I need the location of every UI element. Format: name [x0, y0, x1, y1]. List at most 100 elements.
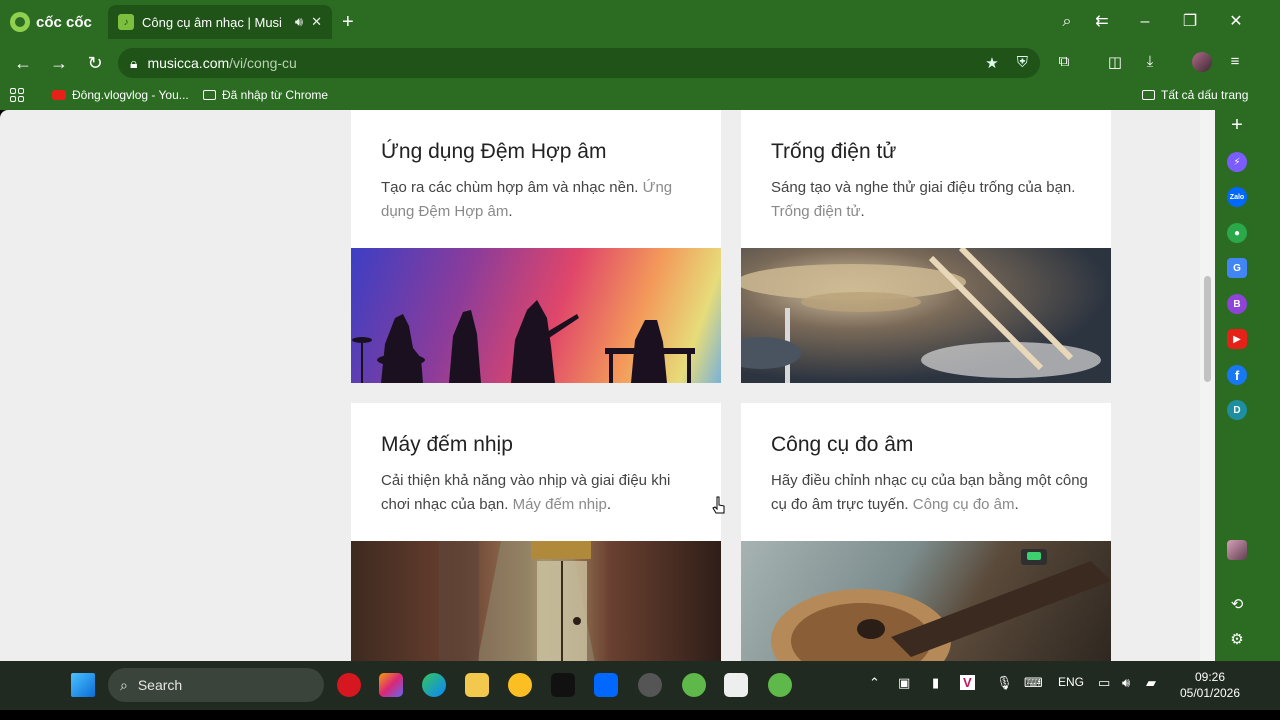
close-tab-icon[interactable]: ✕ — [311, 14, 322, 30]
card-link[interactable]: Công cụ đo âm — [913, 496, 1015, 513]
bookmark-label: Đông.vlogvlog - You... — [72, 88, 189, 102]
band-silhouette-graphic — [352, 300, 695, 383]
profile-avatar[interactable] — [1192, 52, 1212, 72]
back-button[interactable]: ← — [10, 50, 36, 76]
screen-bottom-edge — [0, 710, 1280, 720]
guitar-tuner-image[interactable] — [741, 541, 1111, 661]
bookmark-star-icon[interactable]: ★ — [985, 54, 998, 72]
tray-shield-icon[interactable]: ▮ — [932, 675, 939, 691]
address-bar[interactable]: 🔒︎ musicca.com/vi/cong-cu ★ ⛨ — [118, 48, 1040, 78]
menu-icon[interactable]: ≡ — [1224, 53, 1246, 70]
tool-card-tuner[interactable]: Công cụ đo âm Hãy điều chỉnh nhạc cụ của… — [741, 403, 1111, 661]
music-note-icon: ♪ — [118, 14, 134, 30]
d-icon[interactable]: D — [1227, 400, 1247, 420]
apps-icon[interactable] — [10, 88, 24, 102]
search-tabs-icon[interactable]: ⌕ — [1055, 10, 1079, 34]
volume-icon[interactable]: 🔊︎ — [1122, 675, 1130, 691]
folder-icon — [1142, 90, 1155, 100]
all-bookmarks-folder[interactable]: Tất cả dấu trang — [1142, 88, 1248, 102]
tab-title: Công cụ âm nhạc | Musi — [142, 14, 282, 30]
tool-card-chord-app[interactable]: Ứng dụng Đệm Hợp âm Tạo ra các chùm hợp … — [351, 110, 721, 383]
extensions-icon[interactable]: ⧉ — [1053, 53, 1075, 70]
bookmark-imported-folder[interactable]: Đã nhập từ Chrome — [203, 88, 328, 102]
browser-logo[interactable]: cốc cốc — [10, 10, 92, 34]
new-tab-button[interactable]: + — [342, 10, 354, 34]
speaker-icon[interactable]: 🔊︎ — [295, 14, 303, 30]
restore-button[interactable]: ❐ — [1178, 10, 1202, 34]
tool-card-metronome[interactable]: Máy đếm nhịp Cải thiện khả năng vào nhịp… — [351, 403, 721, 661]
vivaldi-icon[interactable]: V — [960, 675, 975, 690]
all-bookmarks-label: Tất cả dấu trang — [1161, 88, 1249, 102]
system-clock[interactable]: 09:26 05/01/2026 — [1172, 669, 1248, 701]
youtube-icon[interactable]: ▶ — [1227, 329, 1247, 349]
clock-time: 09:26 — [1194, 670, 1226, 684]
title-bar: cốc cốc ♪ Công cụ âm nhạc | Musi 🔊︎ ✕ + … — [0, 0, 1280, 44]
microphone-icon[interactable]: 🎙︎ — [996, 675, 1013, 691]
youtube-icon — [52, 90, 66, 100]
bookmark-label: Đã nhập từ Chrome — [222, 88, 329, 102]
zalo-icon[interactable]: Zalo — [1227, 187, 1247, 207]
drum-kit-graphic — [741, 248, 1101, 383]
settings-gear-icon[interactable]: ⚙ — [1227, 629, 1247, 649]
minimize-button[interactable]: – — [1133, 10, 1157, 34]
browser-brand-name: cốc cốc — [36, 13, 92, 31]
shield-icon[interactable]: ⛨ — [1017, 54, 1028, 72]
capcut-icon[interactable] — [724, 673, 748, 697]
messenger-icon[interactable]: ⚡︎ — [1227, 152, 1247, 172]
card-link[interactable]: Máy đếm nhịp — [513, 496, 607, 513]
taskbar-search[interactable]: ⌕ Search — [108, 668, 324, 702]
windows-start-icon[interactable] — [71, 673, 95, 697]
card-link[interactable]: Trống điện tử — [771, 203, 861, 220]
b-icon[interactable]: B — [1227, 294, 1247, 314]
translate-icon[interactable]: G — [1227, 258, 1247, 278]
back-history-icon[interactable]: ⇇ — [1090, 10, 1114, 34]
url-path: /vi/cong-cu — [229, 55, 297, 71]
coccoc-taskbar-icon[interactable] — [682, 673, 706, 697]
lock-icon: 🔒︎ — [130, 54, 138, 71]
forward-button[interactable]: → — [46, 50, 72, 76]
folder-icon — [203, 90, 216, 100]
game-icon[interactable]: ● — [1227, 223, 1247, 243]
tray-app-icon[interactable]: ▣ — [898, 675, 910, 691]
scrollbar-thumb[interactable] — [1204, 276, 1211, 382]
search-icon: ⌕ — [120, 676, 128, 693]
show-hidden-icons[interactable]: ⌃ — [869, 675, 880, 691]
tiktok-icon[interactable] — [551, 673, 575, 697]
page-scrollbar[interactable] — [1200, 110, 1215, 661]
zalo-taskbar-icon[interactable] — [594, 673, 618, 697]
input-language[interactable]: ENG — [1058, 675, 1084, 689]
tool-card-drum-machine[interactable]: Trống điện tử Sáng tạo và nghe thử giai … — [741, 110, 1111, 383]
card-desc-text: Sáng tạo và nghe thử giai điệu trống của… — [771, 179, 1076, 196]
history-icon[interactable]: ⟲ — [1227, 594, 1247, 614]
app-icon[interactable] — [638, 673, 662, 697]
card-title: Trống điện tử — [771, 140, 897, 163]
download-icon[interactable]: ⤓ — [1139, 53, 1161, 70]
bookmark-youtube[interactable]: Đông.vlogvlog - You... — [52, 88, 189, 102]
coccoc-active-icon[interactable] — [768, 673, 792, 697]
active-tab[interactable]: ♪ Công cụ âm nhạc | Musi 🔊︎ ✕ — [108, 5, 332, 39]
metronome-image[interactable] — [351, 541, 721, 661]
navigation-toolbar: ← → ↻ 🔒︎ musicca.com/vi/cong-cu ★ ⛨ ⧉ ◫ … — [0, 44, 1280, 82]
plus-icon[interactable]: + — [1227, 114, 1247, 136]
coccoc-logo-icon — [10, 12, 30, 32]
card-title: Máy đếm nhịp — [381, 433, 513, 456]
hand-cursor-icon — [712, 496, 725, 514]
copilot-icon[interactable] — [379, 673, 403, 697]
card-description: Cải thiện khả năng vào nhịp và giai điệu… — [381, 472, 671, 513]
edge-icon[interactable] — [422, 673, 446, 697]
file-explorer-icon[interactable] — [465, 673, 489, 697]
drum-kit-image[interactable] — [741, 248, 1111, 383]
opera-icon[interactable] — [337, 673, 361, 697]
network-icon[interactable]: ▭ — [1098, 675, 1110, 691]
reload-button[interactable]: ↻ — [82, 50, 108, 76]
facebook-icon[interactable]: f — [1227, 365, 1247, 385]
split-view-icon[interactable]: ◫ — [1104, 53, 1126, 71]
close-window-button[interactable]: ✕ — [1224, 10, 1248, 34]
chrome-icon[interactable] — [508, 673, 532, 697]
keyboard-icon[interactable]: ⌨ — [1024, 675, 1043, 691]
bookmarks-bar: Đông.vlogvlog - You... Đã nhập từ Chrome… — [0, 82, 1280, 110]
battery-icon[interactable]: ▰ — [1146, 675, 1156, 691]
profile-thumbnail[interactable] — [1227, 540, 1247, 560]
band-silhouette-image[interactable] — [351, 248, 721, 383]
clock-date: 05/01/2026 — [1179, 686, 1241, 700]
